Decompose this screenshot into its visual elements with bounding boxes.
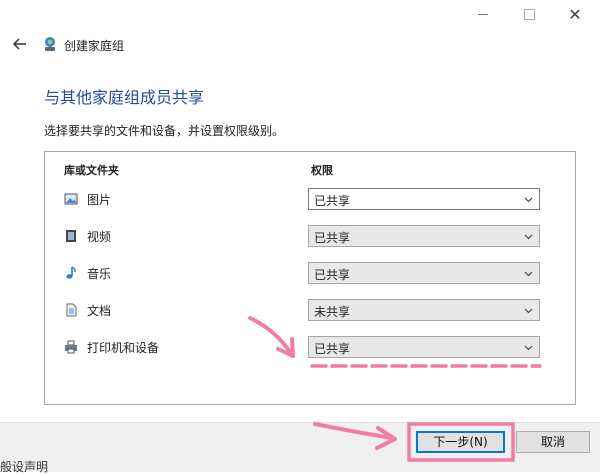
next-button[interactable]: 下一步(N): [416, 431, 505, 453]
chevron-down-icon: [524, 197, 533, 203]
button-bar: [0, 422, 600, 472]
printer-icon: [65, 340, 77, 354]
create-homegroup-window: ✕ 创建家庭组 与其他家庭组成员共享 选择要共享的文件和设备，并设置权限级别。 …: [0, 0, 600, 474]
share-row-printers: 打印机和设备 已共享: [45, 336, 575, 360]
minimize-icon: [478, 13, 488, 15]
music-icon: [66, 266, 76, 279]
row-label: 视频: [87, 230, 112, 244]
row-label: 打印机和设备: [87, 341, 160, 355]
cancel-button[interactable]: 取消: [516, 431, 590, 453]
instruction-text: 选择要共享的文件和设备，并设置权限级别。: [44, 124, 285, 138]
sharing-panel: 库或文件夹 权限 图片 已共享 视频 已共享 音乐 已共享 文档 未共享 打印机…: [44, 151, 576, 405]
share-row-music: 音乐 已共享: [45, 262, 575, 286]
chevron-down-icon: [524, 271, 533, 277]
minimize-button[interactable]: [460, 0, 506, 28]
column-header-library: 库或文件夹: [64, 164, 119, 177]
row-label: 音乐: [87, 267, 112, 281]
maximize-button[interactable]: [506, 0, 552, 28]
select-value: 未共享: [314, 305, 351, 319]
page-heading: 与其他家庭组成员共享: [44, 88, 205, 107]
chevron-down-icon: [524, 308, 533, 314]
select-value: 已共享: [314, 342, 351, 356]
close-icon: ✕: [568, 4, 582, 24]
chevron-down-icon: [524, 234, 533, 240]
window-title: 创建家庭组: [64, 39, 125, 53]
share-row-pictures: 图片 已共享: [45, 188, 575, 212]
permission-select-printers[interactable]: 已共享: [308, 336, 540, 358]
pictures-icon: [64, 193, 78, 205]
homegroup-icon: [42, 36, 58, 52]
share-row-documents: 文档 未共享: [45, 299, 575, 323]
permission-select-music[interactable]: 已共享: [308, 262, 540, 284]
back-button[interactable]: [12, 36, 30, 52]
videos-icon: [66, 230, 76, 242]
documents-icon: [66, 303, 77, 317]
share-row-videos: 视频 已共享: [45, 225, 575, 249]
select-value: 已共享: [314, 268, 351, 282]
close-button[interactable]: ✕: [552, 0, 598, 28]
row-label: 文档: [87, 304, 112, 318]
permission-select-videos[interactable]: 已共享: [308, 225, 540, 247]
permission-select-pictures[interactable]: 已共享: [308, 188, 540, 210]
back-arrow-icon: [12, 38, 26, 50]
column-header-permission: 权限: [311, 164, 333, 177]
row-label: 图片: [87, 193, 112, 207]
partial-footer-text: 般设声明: [0, 460, 49, 474]
select-value: 已共享: [314, 194, 351, 208]
select-value: 已共享: [314, 231, 351, 245]
permission-select-documents[interactable]: 未共享: [308, 299, 540, 321]
maximize-icon: [523, 8, 535, 20]
chevron-down-icon: [524, 345, 533, 351]
